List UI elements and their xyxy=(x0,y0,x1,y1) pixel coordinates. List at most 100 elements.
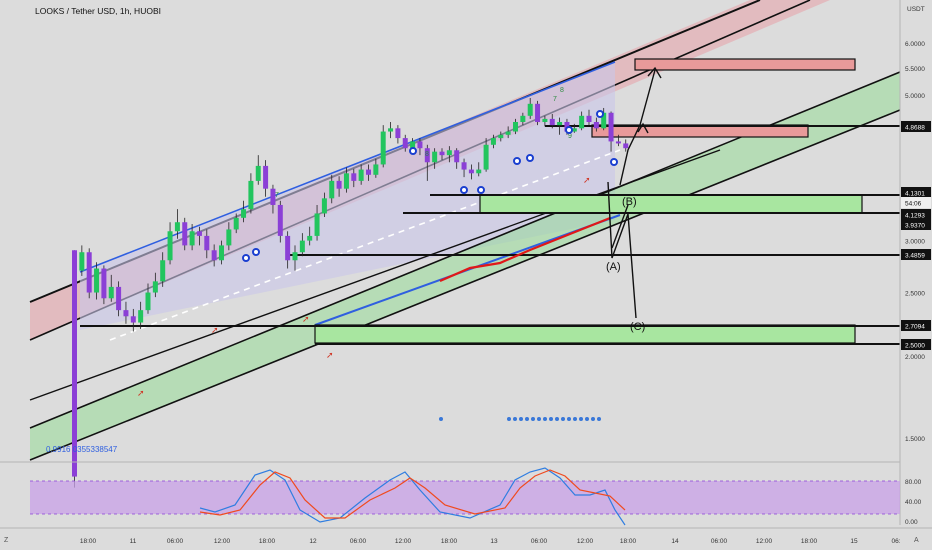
candle-up xyxy=(373,164,379,175)
auto-scale-icon[interactable]: A xyxy=(914,537,919,544)
candle-up xyxy=(79,252,85,271)
indicator-dot xyxy=(439,417,443,421)
rocket-icon: ➚ xyxy=(302,314,310,324)
price-axis-bg xyxy=(900,0,932,550)
time-tick: 06:00 xyxy=(167,538,184,545)
time-tick: 06:00 xyxy=(531,538,548,545)
candle-up xyxy=(446,150,452,156)
candle-up xyxy=(307,235,313,241)
indicator-dot xyxy=(591,417,595,421)
candle-up xyxy=(145,292,151,311)
candle-up xyxy=(314,213,320,236)
time-tick: 18:00 xyxy=(801,538,818,545)
time-tick: 12:00 xyxy=(214,538,231,545)
support-zone-lower xyxy=(314,324,856,344)
price-tick: 5.0000 xyxy=(905,93,925,100)
time-tick: 06:00 xyxy=(350,538,367,545)
candle-down xyxy=(402,138,408,149)
candle-down xyxy=(461,162,467,170)
price-axis-unit: USDT xyxy=(907,6,925,13)
candle-down xyxy=(535,103,541,122)
candle-up xyxy=(321,198,327,214)
candle-up xyxy=(557,121,563,126)
candle-up xyxy=(292,252,298,261)
candle-up xyxy=(358,169,364,181)
price-label: 54:06 xyxy=(905,201,922,208)
indicator-dot xyxy=(525,417,529,421)
stoch-tick-40: 40.00 xyxy=(905,499,922,506)
candle-up xyxy=(152,281,158,293)
candle-down xyxy=(285,235,291,261)
candle-down xyxy=(549,118,555,126)
price-tick: 2.0000 xyxy=(905,354,925,361)
candle-up xyxy=(527,103,533,116)
candle-down xyxy=(395,128,401,139)
candle-down xyxy=(608,112,614,142)
candle-up xyxy=(167,231,173,261)
candle-up xyxy=(189,231,195,246)
candle-up xyxy=(498,134,504,139)
td-count-9: 9 xyxy=(568,133,572,140)
stoch-tick-0: 0.00 xyxy=(905,519,918,526)
candle-down xyxy=(439,151,445,156)
time-tick: 18:00 xyxy=(259,538,276,545)
candle-up xyxy=(476,169,482,174)
indicator-dot xyxy=(519,417,523,421)
indicator-dot xyxy=(597,417,601,421)
candle-down xyxy=(86,252,92,293)
rocket-icon: ➚ xyxy=(211,325,219,335)
candle-down xyxy=(366,169,371,175)
time-tick: 13 xyxy=(490,538,498,545)
indicator-dot xyxy=(555,417,559,421)
price-tick: 6.0000 xyxy=(905,41,925,48)
price-label: 4.1301 xyxy=(905,191,925,198)
time-tick: 12:00 xyxy=(395,538,412,545)
rocket-icon: ➚ xyxy=(326,350,334,360)
price-label: 2.7094 xyxy=(905,324,925,331)
candle-down xyxy=(351,173,357,181)
candle-up xyxy=(483,144,489,170)
indicator-dot xyxy=(531,417,535,421)
candle-down xyxy=(196,231,202,236)
marker xyxy=(513,157,521,165)
td-count-7b: 7 xyxy=(553,96,557,103)
candle-up xyxy=(255,165,261,181)
price-tick: 1.5000 xyxy=(905,436,925,443)
time-tick: 12:00 xyxy=(756,538,773,545)
candle-up xyxy=(248,180,254,210)
candle-down xyxy=(454,150,460,163)
time-tick: 15 xyxy=(850,538,858,545)
candle-down xyxy=(116,286,122,311)
candle-down xyxy=(417,141,423,149)
time-tick: 11 xyxy=(130,538,137,545)
marker xyxy=(460,186,468,194)
marker xyxy=(409,147,417,155)
candle-up xyxy=(520,115,526,122)
candle-down xyxy=(468,169,474,174)
candle-up xyxy=(388,128,394,132)
stoch-band xyxy=(30,481,900,514)
settings-icon[interactable]: Z xyxy=(4,537,9,544)
candle-up xyxy=(299,240,305,253)
candle-up xyxy=(432,151,438,163)
time-tick: 18:00 xyxy=(620,538,637,545)
candle-down xyxy=(72,250,77,477)
marker xyxy=(242,254,250,262)
marker xyxy=(596,110,604,118)
candle-up xyxy=(542,118,548,122)
candle-up xyxy=(241,209,247,218)
candle-up xyxy=(160,260,166,282)
time-tick: 12:00 xyxy=(577,538,594,545)
marker xyxy=(565,126,573,134)
marker xyxy=(477,186,485,194)
chart-title: LOOKS / Tether USD, 1h, HUOBI xyxy=(35,6,161,16)
candle-down xyxy=(211,250,217,261)
candle-up xyxy=(108,286,114,299)
price-label: 3.4859 xyxy=(905,253,925,260)
marker xyxy=(252,248,260,256)
price-label: 2.5000 xyxy=(905,343,925,350)
candle-down xyxy=(336,180,342,189)
candle-down xyxy=(130,316,136,323)
time-tick: 06: xyxy=(891,538,900,545)
indicator-dot xyxy=(537,417,541,421)
